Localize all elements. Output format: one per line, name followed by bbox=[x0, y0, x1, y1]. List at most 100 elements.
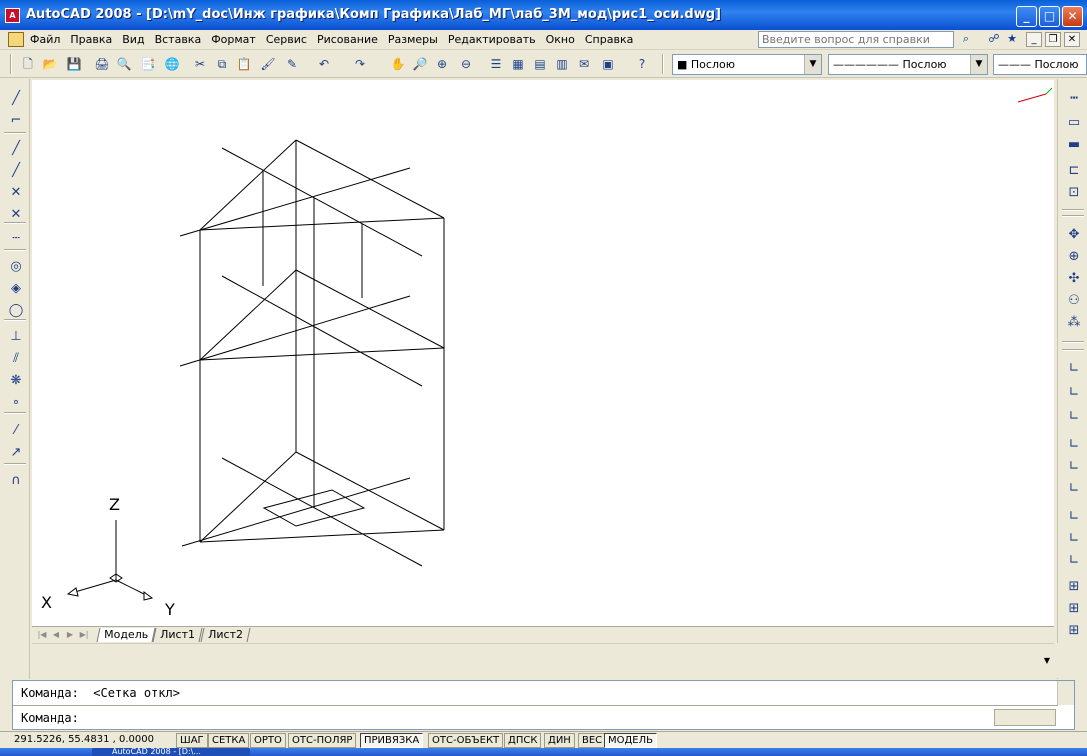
command-hscroll[interactable] bbox=[994, 709, 1056, 726]
redo-icon[interactable]: ↷ bbox=[350, 54, 370, 74]
tab-layout1[interactable]: Лист1 bbox=[152, 628, 203, 642]
command-prompt[interactable]: Команда: bbox=[21, 711, 79, 725]
command-grip[interactable] bbox=[0, 680, 12, 730]
doc-close-button[interactable]: ✕ bbox=[1064, 32, 1080, 47]
menu-item[interactable]: Вид bbox=[122, 33, 144, 46]
orbit-icon[interactable]: ✥ bbox=[1064, 225, 1084, 245]
new-icon[interactable]: 🗋 bbox=[18, 54, 38, 74]
lineweight-combo[interactable]: ——— Послою bbox=[993, 54, 1087, 75]
favorites-star-icon[interactable]: ★ bbox=[1004, 32, 1020, 47]
menu-item[interactable]: Формат bbox=[211, 33, 256, 46]
polyline-icon[interactable]: ╱ bbox=[6, 139, 26, 159]
ucs-world-icon[interactable]: ∟ bbox=[1064, 383, 1084, 403]
tab-next-icon[interactable]: ▶ bbox=[64, 629, 76, 641]
insert-block-icon[interactable]: ⫽ bbox=[6, 349, 26, 369]
properties-icon[interactable]: ☰ bbox=[486, 54, 506, 74]
menu-item[interactable]: Окно bbox=[546, 33, 575, 46]
doc-minimize-button[interactable]: _ bbox=[1026, 32, 1042, 47]
document-icon[interactable] bbox=[8, 32, 24, 47]
ucs-zaxis-icon[interactable]: ∟ bbox=[1064, 529, 1084, 549]
menu-item[interactable]: Правка bbox=[70, 33, 112, 46]
ucs-origin-icon[interactable]: ∟ bbox=[1064, 507, 1084, 527]
match-icon[interactable]: 🖌 bbox=[258, 54, 278, 74]
point-icon[interactable]: ∘ bbox=[6, 393, 26, 413]
block-editor-icon[interactable]: ✎ bbox=[282, 54, 302, 74]
calculator-icon[interactable]: ▣ bbox=[598, 54, 618, 74]
dim-arc-icon[interactable]: ▬ bbox=[1064, 135, 1084, 155]
tab-prev-icon[interactable]: ◀ bbox=[50, 629, 62, 641]
ucs-icon[interactable] bbox=[66, 520, 154, 601]
search-icon[interactable]: ⌕ bbox=[958, 32, 974, 47]
zoom-previous-icon[interactable]: ⊖ bbox=[456, 54, 476, 74]
walk-icon[interactable]: ⁂ bbox=[1064, 313, 1084, 333]
linetype-combo[interactable]: —————— Послою ▼ bbox=[828, 54, 988, 75]
dim-linear-icon[interactable]: ┅ bbox=[1064, 89, 1084, 109]
ucs-y-icon[interactable]: ⊞ bbox=[1064, 599, 1084, 619]
menu-item[interactable]: Сервис bbox=[266, 33, 307, 46]
ucs-object-icon[interactable]: ∟ bbox=[1064, 457, 1084, 477]
zoom-window-icon[interactable]: ⊕ bbox=[432, 54, 452, 74]
chevron-down-icon[interactable]: ▼ bbox=[1044, 656, 1050, 665]
ucs-z-icon[interactable]: ⊞ bbox=[1064, 621, 1084, 641]
maximize-button[interactable]: □ bbox=[1039, 6, 1060, 27]
toolbar-grip[interactable] bbox=[10, 54, 12, 74]
make-block-icon[interactable]: ❋ bbox=[6, 371, 26, 391]
otrack-toggle[interactable]: ОТС-ОБЪЕКТ bbox=[428, 733, 504, 748]
menu-item[interactable]: Файл bbox=[30, 33, 60, 46]
pan-icon[interactable]: ✋ bbox=[388, 54, 408, 74]
osnap-toggle[interactable]: ПРИВЯЗКА bbox=[360, 733, 424, 748]
ucs-icon[interactable]: ∟ bbox=[1064, 359, 1084, 379]
drawing-canvas[interactable]: Z X Y bbox=[32, 80, 1054, 626]
open-icon[interactable]: 📂 bbox=[40, 54, 60, 74]
line-icon[interactable]: ╱ bbox=[6, 89, 26, 109]
cut-icon[interactable]: ✂ bbox=[190, 54, 210, 74]
taskbar-autocad-button[interactable]: AutoCAD 2008 - [D:\... bbox=[92, 748, 250, 756]
region-icon[interactable]: ∩ bbox=[6, 471, 26, 491]
ellipse-icon[interactable]: ◯ bbox=[6, 301, 26, 321]
save-icon[interactable]: 💾 bbox=[64, 54, 84, 74]
ucs-view-icon[interactable]: ∟ bbox=[1064, 479, 1084, 499]
dim-aligned-icon[interactable]: ▭ bbox=[1064, 113, 1084, 133]
ucs-3point-icon[interactable]: ∟ bbox=[1064, 551, 1084, 571]
dyn-toggle[interactable]: ДИН bbox=[544, 733, 575, 748]
model-toggle[interactable]: МОДЕЛЬ bbox=[604, 733, 658, 748]
sheet-set-icon[interactable]: ▥ bbox=[552, 54, 572, 74]
polar-toggle[interactable]: ОТС-ПОЛЯР bbox=[288, 733, 357, 748]
3d-dwf-icon[interactable]: 🌐 bbox=[162, 54, 182, 74]
ortho-toggle[interactable]: ОРТО bbox=[250, 733, 286, 748]
help-search-input[interactable] bbox=[758, 31, 954, 48]
lwt-toggle[interactable]: ВЕС bbox=[578, 733, 607, 748]
zoom-icon[interactable]: ⊕ bbox=[1064, 247, 1084, 267]
drawing-area[interactable]: Z X Y bbox=[32, 80, 1054, 626]
polygon-icon[interactable]: ╱ bbox=[6, 161, 26, 181]
zoom-realtime-icon[interactable]: 🔎 bbox=[410, 54, 430, 74]
coordinate-readout[interactable]: 291.5226, 55.4831 , 0.0000 bbox=[14, 734, 154, 745]
ucs-face-icon[interactable]: ∟ bbox=[1064, 435, 1084, 455]
command-window[interactable]: Команда: <Сетка откл> Команда: bbox=[12, 680, 1075, 730]
command-scrollbar[interactable] bbox=[1057, 681, 1074, 705]
menu-item[interactable]: Справка bbox=[585, 33, 633, 46]
revision-cloud-icon[interactable]: ◎ bbox=[6, 257, 26, 277]
preview-icon[interactable]: 🔍 bbox=[114, 54, 134, 74]
camera-icon[interactable]: ⚇ bbox=[1064, 291, 1084, 311]
ellipse-arc-icon[interactable]: ⊥ bbox=[6, 327, 26, 347]
dim-radius-icon[interactable]: ⊡ bbox=[1064, 183, 1084, 203]
autocad-logo-icon[interactable]: A bbox=[5, 8, 20, 23]
copy-icon[interactable]: ⧉ bbox=[212, 54, 232, 74]
circle-icon[interactable]: ┄ bbox=[6, 229, 26, 249]
markup-icon[interactable]: ✉ bbox=[574, 54, 594, 74]
pan-3d-icon[interactable]: ✣ bbox=[1064, 269, 1084, 289]
design-center-icon[interactable]: ▦ bbox=[508, 54, 528, 74]
undo-icon[interactable]: ↶ bbox=[314, 54, 334, 74]
tab-layout2[interactable]: Лист2 bbox=[200, 628, 251, 642]
tool-palettes-icon[interactable]: ▤ bbox=[530, 54, 550, 74]
help-icon[interactable]: ? bbox=[632, 54, 652, 74]
tab-model[interactable]: Модель bbox=[96, 628, 156, 642]
hatch-icon[interactable]: ⁄ bbox=[6, 421, 26, 441]
publish-icon[interactable]: 📑 bbox=[138, 54, 158, 74]
close-button[interactable]: ✕ bbox=[1062, 6, 1083, 27]
chevron-down-icon[interactable]: ▼ bbox=[804, 55, 821, 74]
snap-toggle[interactable]: ШАГ bbox=[176, 733, 208, 748]
chevron-down-icon[interactable]: ▼ bbox=[970, 55, 987, 74]
tab-last-icon[interactable]: ▶| bbox=[78, 629, 90, 641]
